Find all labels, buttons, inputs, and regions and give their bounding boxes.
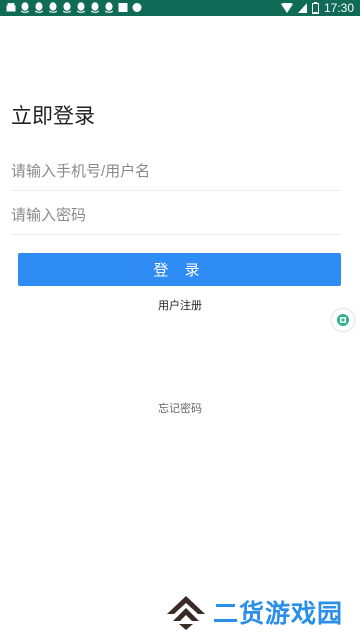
- forgot-password-link[interactable]: 忘记密码: [0, 400, 360, 416]
- notification-icons: [6, 2, 142, 13]
- floating-assistant-button[interactable]: [332, 309, 354, 331]
- username-input[interactable]: [11, 152, 341, 190]
- logo-chevron-icon: [167, 596, 205, 630]
- register-link[interactable]: 用户注册: [0, 297, 360, 313]
- android-icon: [6, 2, 16, 12]
- qq-icon: [91, 2, 99, 13]
- qq-icon: [63, 2, 71, 13]
- status-time: 17:30: [323, 1, 354, 15]
- username-field-container: [11, 152, 341, 191]
- watermark: 二货游戏园: [165, 594, 343, 630]
- wifi-icon: [280, 3, 293, 13]
- qq-icon: [77, 2, 85, 13]
- password-input[interactable]: [11, 196, 341, 234]
- qq-icon: [35, 2, 43, 13]
- login-button[interactable]: 登 录: [18, 253, 341, 286]
- qq-icon: [105, 2, 113, 13]
- image-icon: [118, 3, 128, 12]
- status-bar: 17:30: [0, 0, 360, 16]
- password-field-container: [11, 196, 341, 235]
- qq-icon: [21, 2, 29, 13]
- system-icons: 17:30: [280, 1, 354, 15]
- signal-icon: [297, 3, 307, 13]
- assistant-icon: [337, 314, 349, 326]
- login-screen: 17:30 立即登录 登 录 用户注册 忘记密码 二货游戏园: [0, 0, 360, 640]
- battery-icon: [311, 2, 319, 14]
- circle-icon: [132, 3, 142, 12]
- page-title: 立即登录: [11, 105, 95, 128]
- qq-icon: [49, 2, 57, 13]
- watermark-text: 二货游戏园: [213, 600, 344, 628]
